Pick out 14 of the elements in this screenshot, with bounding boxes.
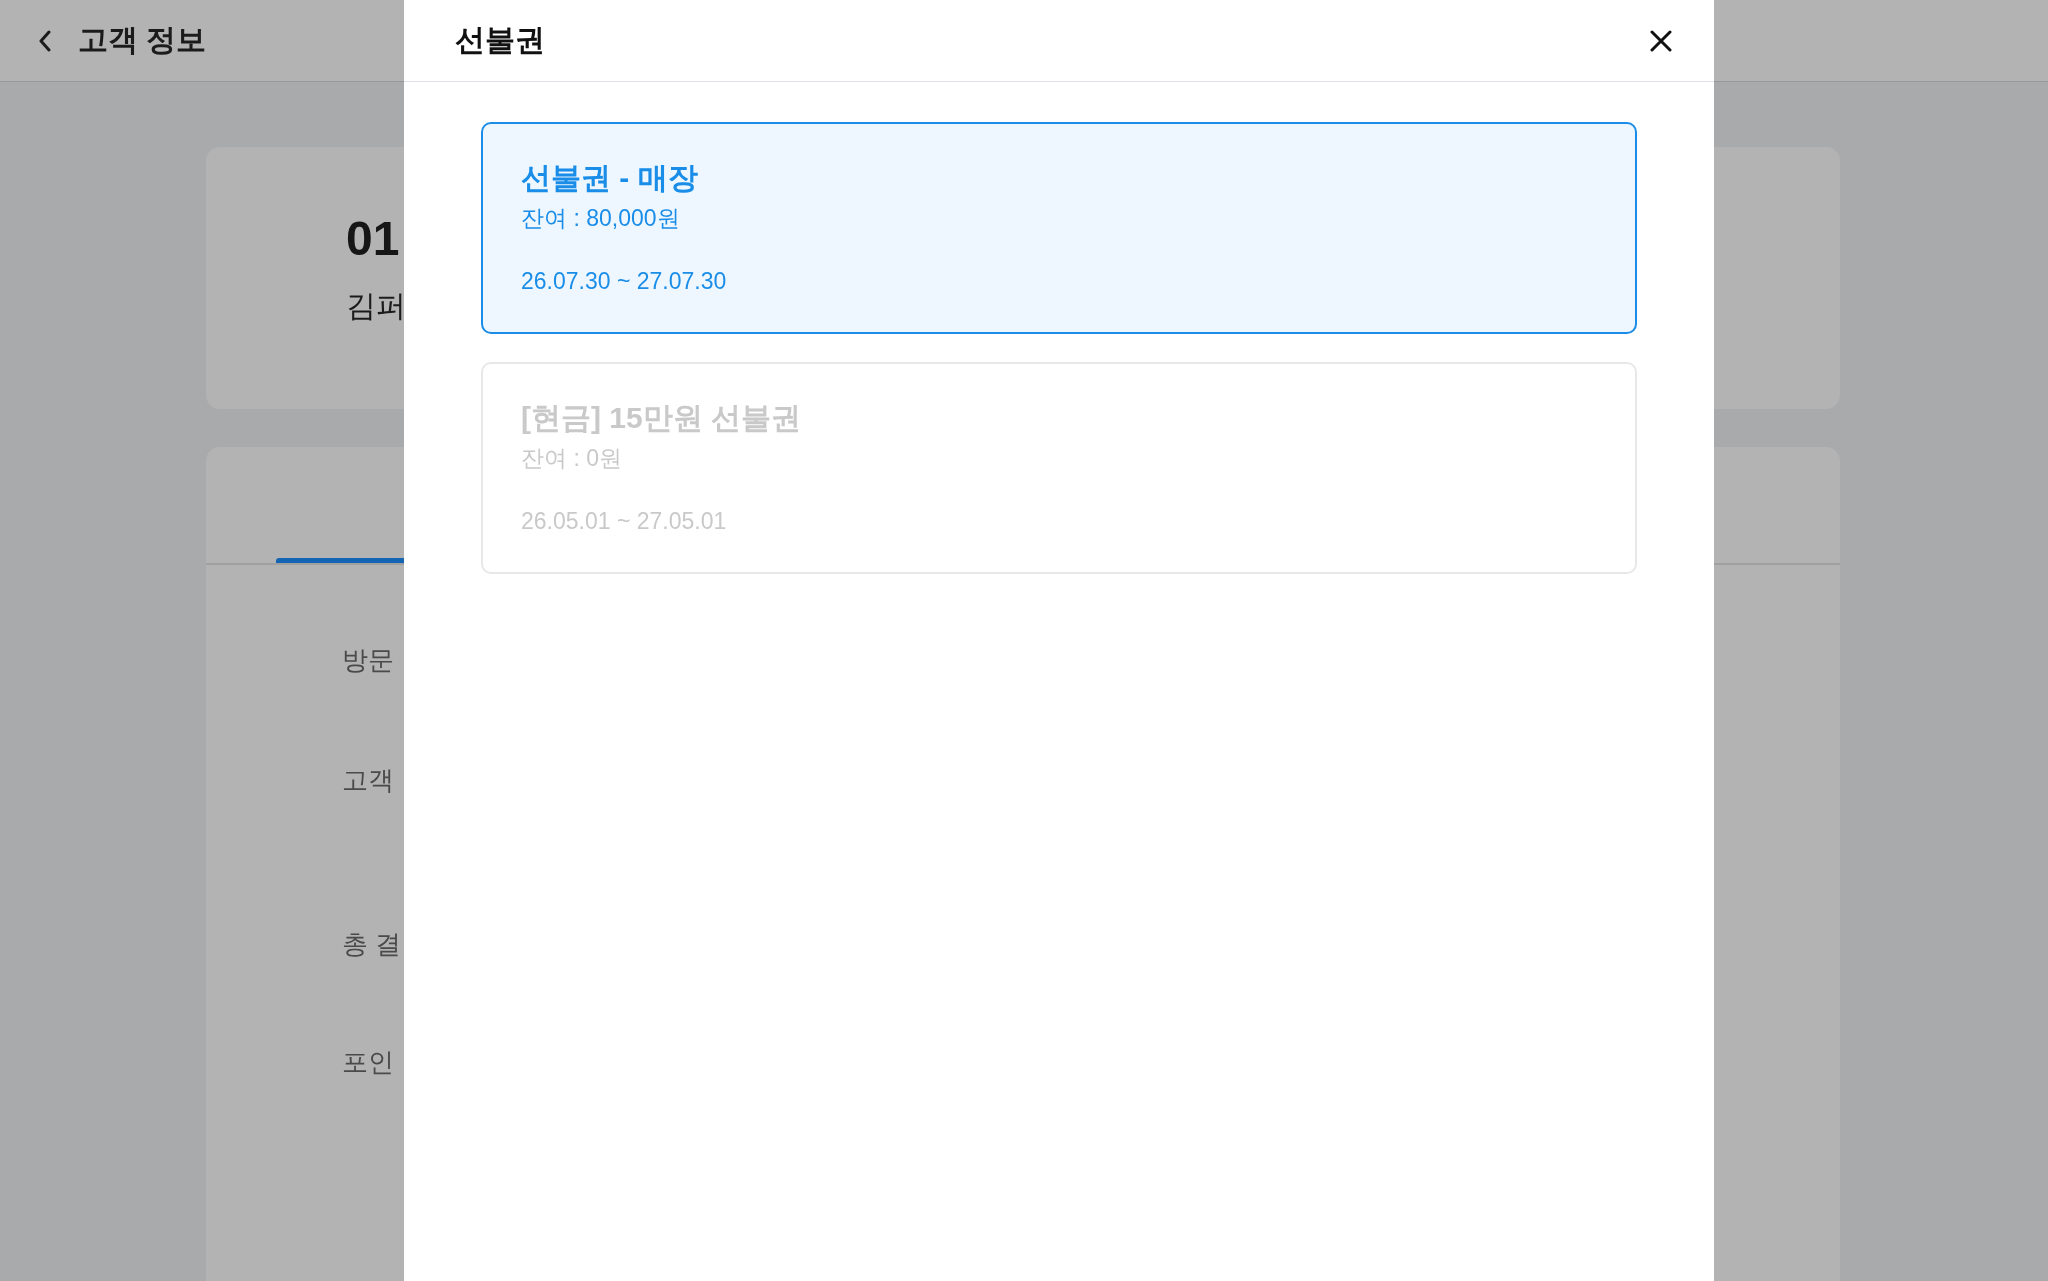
ticket-balance: 잔여 : 80,000원 xyxy=(521,204,681,233)
dialog-title: 선불권 xyxy=(455,22,545,58)
back-icon[interactable] xyxy=(38,29,52,52)
info-label: 포인 xyxy=(342,1046,394,1079)
info-label: 고객 xyxy=(342,764,394,797)
info-label: 총 결 xyxy=(342,928,402,961)
close-icon xyxy=(1650,29,1672,52)
prepaid-ticket-card[interactable]: 선불권 - 매장 잔여 : 80,000원 26.07.30 ~ 27.07.30 xyxy=(481,122,1637,334)
customer-number: 01 xyxy=(346,213,400,266)
ticket-name: 선불권 - 매장 xyxy=(521,160,699,196)
customer-name: 김퍼 xyxy=(346,287,406,324)
page-title: 고객 정보 xyxy=(78,22,207,58)
info-label: 방문 xyxy=(342,644,394,677)
ticket-period: 26.07.30 ~ 27.07.30 xyxy=(521,268,728,295)
